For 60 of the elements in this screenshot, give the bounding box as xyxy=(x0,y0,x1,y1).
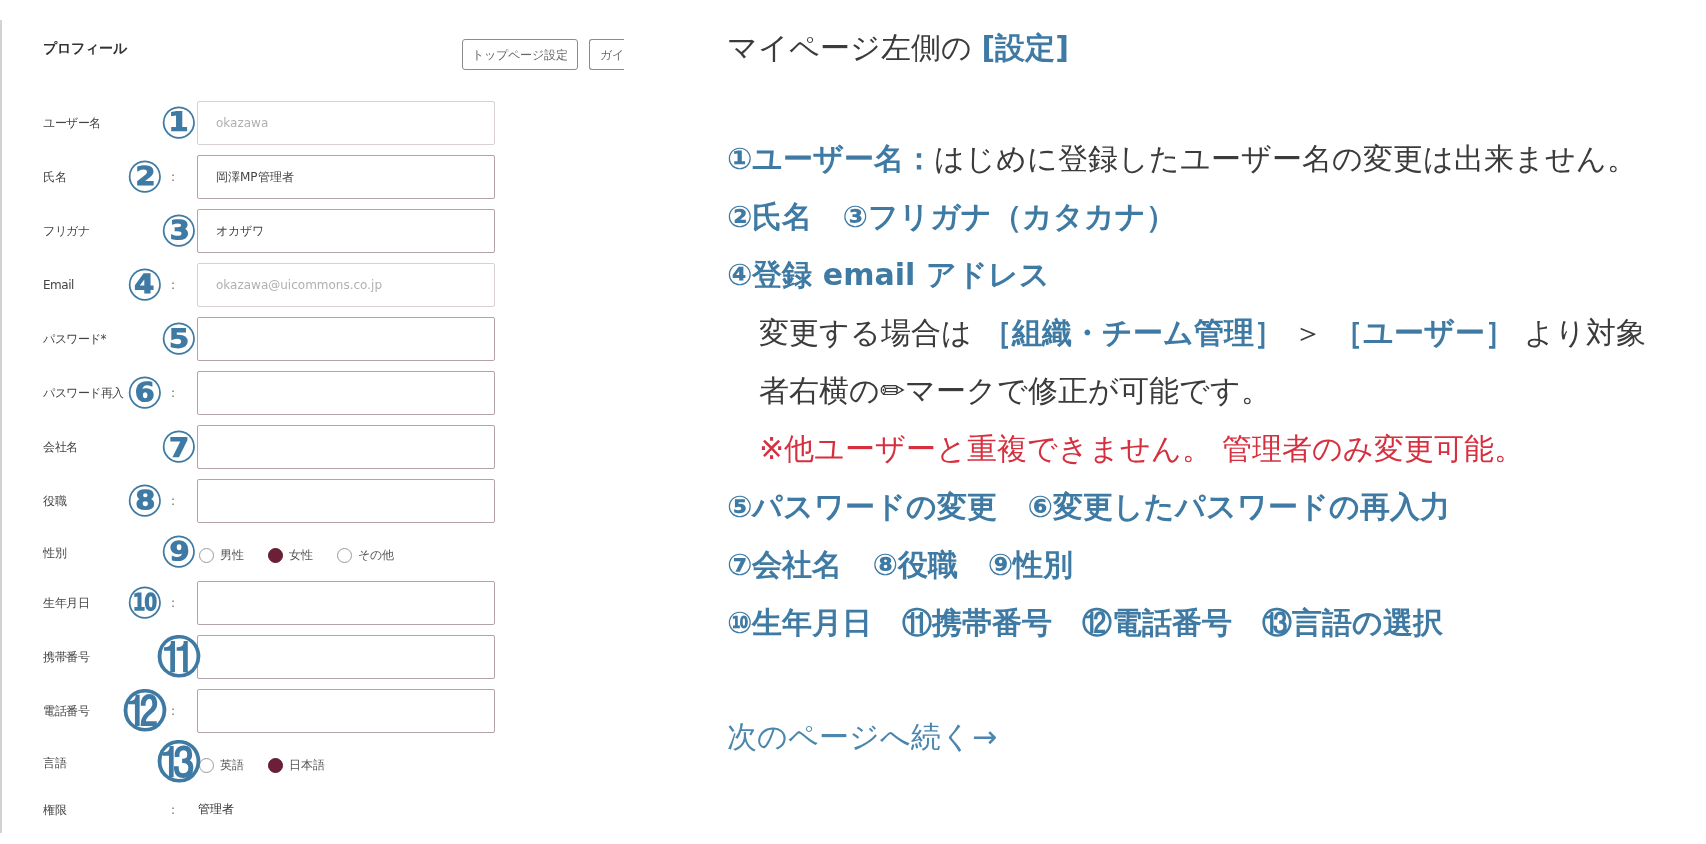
step-number: ⑪ xyxy=(157,635,201,679)
field-label: 電話番号 xyxy=(43,704,89,718)
step-number: ② xyxy=(125,155,165,199)
field-label: 言語 xyxy=(43,756,66,770)
text-field[interactable]: 岡澤MP管理者 xyxy=(197,155,495,199)
field-label: 生年月日 xyxy=(43,596,89,610)
step-number: ⑦ xyxy=(159,425,199,469)
intro-text: マイページ左側の [設定] xyxy=(727,29,1069,67)
field-label: 会社名 xyxy=(43,440,78,454)
header-button[interactable]: トップページ設定 xyxy=(462,39,578,70)
item-text: ①ユーザー名：はじめに登録したユーザー名の変更は出来ません。 xyxy=(727,140,1638,178)
field-label: フリガナ xyxy=(43,224,89,238)
step-number: ⑨ xyxy=(159,530,199,574)
step-number: ⑧ xyxy=(125,479,165,523)
radio-option[interactable]: 日本語 xyxy=(268,756,325,774)
warning-text: ※他ユーザーと重複できません。 管理者のみ変更可能。 xyxy=(759,430,1524,468)
step-number: ⑤ xyxy=(159,317,199,361)
item-heading: ④登録 email アドレス xyxy=(727,256,1050,294)
label-colon: : xyxy=(171,803,176,817)
label-colon: : xyxy=(171,386,176,400)
text-field[interactable] xyxy=(197,317,495,361)
step-number: ① xyxy=(159,101,199,145)
step-number: ⑫ xyxy=(123,689,167,733)
text-field[interactable]: オカザワ xyxy=(197,209,495,253)
label-colon: : xyxy=(171,494,176,508)
field-label: 役職 xyxy=(43,494,66,508)
text-field[interactable] xyxy=(197,425,495,469)
step-number: ⑬ xyxy=(157,740,201,784)
label-colon: : xyxy=(171,596,176,610)
item-heading: ⑤パスワードの変更 ⑥変更したパスワードの再入力 xyxy=(727,488,1450,526)
header-button[interactable]: ガイ xyxy=(589,39,624,70)
text-field[interactable] xyxy=(197,479,495,523)
field-label: Email xyxy=(43,278,74,292)
field-label: パスワード* xyxy=(43,332,106,346)
item-heading: ⑦会社名 ⑧役職 ⑨性別 xyxy=(727,546,1074,584)
next-page-link[interactable]: 次のページへ続く→ xyxy=(727,708,998,766)
radio-option[interactable]: その他 xyxy=(337,546,394,564)
label-colon: : xyxy=(171,704,176,718)
field-label: 権限 xyxy=(43,803,66,817)
field-label: ユーザー名 xyxy=(43,116,101,130)
form-title: プロフィール xyxy=(43,39,127,58)
item-heading: ②氏名 ③フリガナ（カタカナ） xyxy=(727,198,1176,236)
step-number: ⑥ xyxy=(125,371,165,415)
text-field[interactable] xyxy=(197,371,495,415)
detail-text: 変更する場合は ［組織・チーム管理］ ＞ ［ユーザー］ より対象者右横の✏マークで修正が可能です。 xyxy=(759,314,1648,410)
step-number: ④ xyxy=(125,263,165,307)
label-colon: : xyxy=(171,170,176,184)
label-colon: : xyxy=(171,278,176,292)
radio-option[interactable]: 男性 xyxy=(199,546,244,564)
field-label: 氏名 xyxy=(43,170,66,184)
radio-option[interactable]: 女性 xyxy=(268,546,313,564)
step-number: ⑩ xyxy=(125,581,165,625)
text-field[interactable] xyxy=(197,581,495,625)
field-label: 携帯番号 xyxy=(43,650,89,664)
field-label: パスワード再入 xyxy=(43,386,124,400)
role-value: 管理者 xyxy=(197,801,234,818)
step-number: ③ xyxy=(159,209,199,253)
item-heading: ⑩生年月日 ⑪携帯番号 ⑫電話番号 ⑬言語の選択 xyxy=(727,604,1444,642)
text-field[interactable] xyxy=(197,689,495,733)
field-label: 性別 xyxy=(43,546,66,560)
